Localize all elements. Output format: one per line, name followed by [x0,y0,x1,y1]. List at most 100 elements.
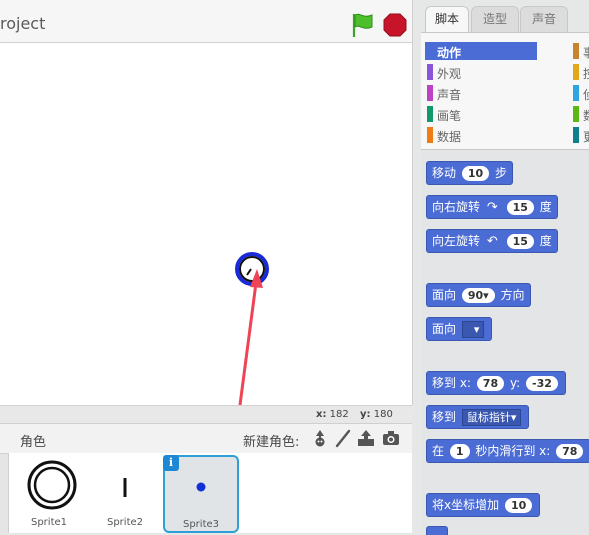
block-glide[interactable]: 在 1 秒内滑行到 x: 78 [426,439,589,463]
block-text: 移到 [432,410,457,424]
green-flag-icon[interactable] [350,12,374,38]
tab-costumes[interactable]: 造型 [471,6,519,33]
sprite-name: Sprite1 [30,517,68,528]
block-categories: 动作 外观 声音 画笔 数据 事 控 侦 数 更 [421,32,589,150]
block-text: 在 [432,444,445,458]
x-input[interactable]: 78 [556,444,584,459]
category-events-label[interactable]: 事 [583,44,589,61]
stage[interactable] [0,43,413,405]
category-events-swatch[interactable] [573,43,579,59]
goto-target-dropdown[interactable]: 鼠标指针▾ [461,409,522,426]
direction-dropdown[interactable]: 90▾ [461,288,495,303]
line-sprite-icon [123,478,127,497]
category-looks[interactable]: 外观 [425,63,537,81]
rotate-clockwise-icon: ↷ [486,200,498,215]
block-text: 步 [494,166,507,180]
block-text: 向右旋转 [432,200,481,214]
paint-brush-icon[interactable] [333,428,353,448]
x-value: 182 [329,409,349,420]
category-label: 外观 [437,67,462,81]
tab-scripts[interactable]: 脚本 [425,6,469,34]
block-text: 度 [539,234,552,248]
stage-canvas [235,252,269,405]
block-text: 移到 x: [432,376,471,390]
category-label: 画笔 [437,109,462,123]
block-text: 将x坐标增加 [432,498,500,512]
target-dropdown[interactable]: ▾ [461,321,485,338]
seconds-input[interactable]: 1 [449,444,470,459]
category-color-swatch [427,127,433,143]
steps-input[interactable]: 10 [461,166,490,181]
new-sprite-label: 新建角色: [243,435,300,450]
category-color-swatch [427,106,433,122]
choose-sprite-from-library-icon[interactable] [310,428,330,448]
sprite-pane-header: 角色 新建角色: [0,423,412,454]
y-label: y: [360,409,371,420]
block-move-steps[interactable]: 移动 10 步 [426,161,513,185]
block-go-to-xy[interactable]: 移到 x: 78 y: -32 [426,371,566,395]
block-text: 秒内滑行到 x: [475,444,551,458]
x-label: x: [316,409,327,420]
category-control-label[interactable]: 控 [583,65,589,82]
category-sensing-label[interactable]: 侦 [583,86,589,103]
block-text: 移动 [432,166,457,180]
category-data[interactable]: 数据 [425,126,537,144]
info-icon[interactable]: i [163,455,179,471]
stop-icon[interactable] [383,13,407,37]
category-more-swatch[interactable] [573,127,579,143]
block-point-towards[interactable]: 面向 ▾ [426,317,493,341]
category-label: 动作 [437,46,462,60]
stage-sprite[interactable] [235,252,269,286]
block-change-x[interactable]: 将x坐标增加 10 [426,493,541,517]
sprite-name: Sprite2 [106,517,144,528]
category-color-swatch [427,64,433,80]
project-title[interactable]: roject [0,14,45,33]
sprite-list: Sprite1 Sprite2 i Sprite3 [9,453,412,533]
block-go-to[interactable]: 移到 鼠标指针▾ [426,405,530,429]
sprite-thumbnail-selected[interactable]: i Sprite3 [163,455,239,533]
sprite-thumbnail[interactable]: Sprite2 [89,455,161,529]
block-text: 面向 [432,288,457,302]
change-x-input[interactable]: 10 [504,498,533,513]
sprite-name: Sprite3 [182,519,220,530]
sprite-thumbnail[interactable]: Sprite1 [13,455,85,529]
ring-sprite-icon [27,460,77,510]
category-control-swatch[interactable] [573,64,579,80]
sprites-label: 角色 [20,435,47,450]
camera-icon[interactable] [381,428,401,448]
block-partial[interactable] [426,526,448,535]
category-sensing-swatch[interactable] [573,85,579,101]
upload-sprite-icon[interactable] [356,428,376,448]
annotation-arrow [238,269,263,405]
category-label: 数据 [437,130,462,144]
category-label: 声音 [437,88,462,102]
degrees-input[interactable]: 15 [506,200,534,215]
y-value: 180 [373,409,393,420]
block-text: 向左旋转 [432,234,481,248]
mouse-coordinates: x: 182 y: 180 [0,405,412,423]
block-turn-left[interactable]: 向左旋转 ↶ 15 度 [426,229,558,253]
rotate-counterclockwise-icon: ↶ [486,234,498,249]
editor-tabs: 脚本 造型 声音 [421,0,589,34]
block-text: 方向 [500,288,525,302]
category-pen[interactable]: 画笔 [425,105,537,123]
block-turn-right[interactable]: 向右旋转 ↷ 15 度 [426,195,558,219]
block-text: 面向 [432,322,457,336]
pane-divider [413,0,421,533]
category-operators-swatch[interactable] [573,106,579,122]
block-palette: 移动 10 步 向右旋转 ↷ 15 度 向左旋转 ↶ 15 度 面向 90▾ 方… [421,149,589,535]
block-text: y: [509,376,521,390]
y-input[interactable]: -32 [526,376,558,391]
category-color-swatch [427,43,433,59]
category-operators-label[interactable]: 数 [583,107,589,124]
block-text: 度 [539,200,552,214]
x-input[interactable]: 78 [476,376,505,391]
tab-sounds[interactable]: 声音 [520,6,568,33]
category-motion[interactable]: 动作 [425,42,537,60]
category-color-swatch [427,85,433,101]
degrees-input[interactable]: 15 [506,234,534,249]
category-more-label[interactable]: 更 [583,128,589,145]
stage-header: roject [0,0,413,43]
category-sound[interactable]: 声音 [425,84,537,102]
block-point-in-direction[interactable]: 面向 90▾ 方向 [426,283,531,307]
